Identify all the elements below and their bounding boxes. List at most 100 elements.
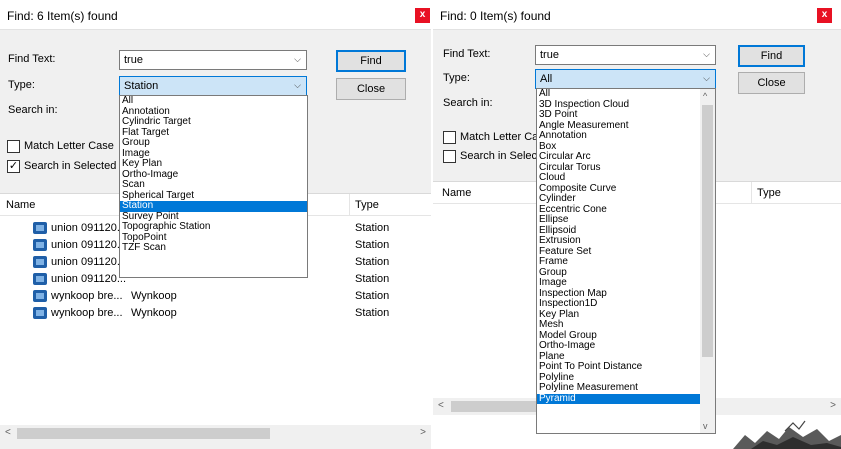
dropdown-option[interactable]: Topographic Station: [120, 221, 307, 233]
search-in-label: Search in:: [443, 97, 493, 109]
scroll-left-icon[interactable]: <: [438, 400, 444, 411]
row-name: wynkoop bre...: [51, 307, 123, 319]
dropdown-option[interactable]: Scan: [120, 179, 307, 191]
row-type: Station: [355, 290, 390, 302]
type-dropdown-list[interactable]: All 3D Inspection Cloud 3D Point Angle Meas…: [536, 88, 716, 434]
dropdown-option[interactable]: Inspection1D: [537, 298, 700, 310]
row-type: Station: [355, 307, 390, 319]
chevron-down-icon[interactable]: ⌵: [294, 54, 301, 65]
search-in-label: Search in:: [8, 104, 58, 116]
dropdown-option[interactable]: Cylinder: [537, 193, 700, 205]
dropdown-option[interactable]: Extrusion: [537, 235, 700, 247]
scroll-left-icon[interactable]: <: [5, 427, 11, 438]
find-dialog-left: Find: 6 Item(s) found x Find Text: true …: [0, 0, 431, 449]
title-bar[interactable]: Find: 0 Item(s) found x: [433, 0, 841, 30]
dropdown-option[interactable]: Pyramid: [537, 393, 700, 404]
row-name: wynkoop bre...: [51, 290, 123, 302]
dropdown-option[interactable]: Point To Point Distance: [537, 361, 700, 373]
horizontal-scrollbar[interactable]: < >: [0, 425, 431, 442]
dropdown-option[interactable]: TZF Scan: [120, 242, 307, 254]
scrollbar-thumb[interactable]: [702, 105, 713, 357]
find-text-combo[interactable]: true ⌵: [119, 50, 307, 70]
dialog-title: Find: 0 Item(s) found: [440, 9, 551, 23]
row-name: union 091120...: [51, 273, 127, 285]
column-type[interactable]: Type: [355, 199, 379, 211]
type-combo[interactable]: Station ⌵: [119, 76, 307, 96]
dropdown-option[interactable]: Ellipse: [537, 214, 700, 226]
dropdown-option[interactable]: Ortho-Image: [120, 169, 307, 181]
find-text-label: Find Text:: [8, 53, 56, 65]
type-value: All: [540, 73, 553, 85]
row-type: Station: [355, 256, 390, 268]
column-name[interactable]: Name: [6, 199, 35, 211]
find-button[interactable]: Find: [738, 45, 805, 67]
table-row[interactable]: wynkoop bre... Wynkoop Station: [0, 288, 431, 305]
search-selected-checkbox[interactable]: [443, 150, 456, 163]
scan-station-icon: [33, 239, 47, 251]
type-combo[interactable]: All ⌵: [535, 69, 716, 89]
row-type: Station: [355, 222, 390, 234]
chevron-down-icon[interactable]: ⌵: [294, 80, 301, 91]
dropdown-option[interactable]: Image: [537, 277, 700, 289]
find-text-value: true: [540, 49, 559, 61]
match-case-checkbox[interactable]: [443, 131, 456, 144]
scan-station-icon: [33, 290, 47, 302]
table-row[interactable]: wynkoop bre... Wynkoop Station: [0, 305, 431, 322]
column-divider[interactable]: [349, 194, 350, 216]
column-type[interactable]: Type: [757, 187, 781, 199]
row-name: union 091120...: [51, 256, 127, 268]
chevron-down-icon[interactable]: ⌵: [703, 49, 710, 60]
dropdown-option[interactable]: Key Plan: [120, 158, 307, 170]
dropdown-option[interactable]: Frame: [537, 256, 700, 268]
scan-station-icon: [33, 256, 47, 268]
dropdown-option[interactable]: Mesh: [537, 319, 700, 331]
row-folder: Wynkoop: [131, 307, 177, 319]
scrollbar-thumb[interactable]: [451, 401, 539, 412]
title-bar[interactable]: Find: 6 Item(s) found x: [0, 0, 431, 30]
scroll-right-icon[interactable]: >: [420, 427, 426, 438]
close-window-button[interactable]: x: [817, 8, 832, 23]
scan-station-icon: [33, 222, 47, 234]
row-type: Station: [355, 239, 390, 251]
dropdown-option[interactable]: Group: [120, 137, 307, 149]
search-selected-checkbox[interactable]: ✓: [7, 160, 20, 173]
find-text-combo[interactable]: true ⌵: [535, 45, 716, 65]
vertical-scrollbar[interactable]: ^ v: [700, 89, 715, 433]
type-value: Station: [124, 80, 159, 92]
find-button[interactable]: Find: [336, 50, 406, 72]
dropdown-option[interactable]: Cylindric Target: [120, 116, 307, 128]
dropdown-option[interactable]: Annotation: [537, 130, 700, 142]
close-window-button[interactable]: x: [415, 8, 430, 23]
scrollbar-thumb[interactable]: [17, 428, 270, 439]
scroll-right-icon[interactable]: >: [830, 400, 836, 411]
find-text-label: Find Text:: [443, 48, 491, 60]
column-divider[interactable]: [751, 182, 752, 204]
type-label: Type:: [443, 72, 470, 84]
type-label: Type:: [8, 79, 35, 91]
find-text-value: true: [124, 54, 143, 66]
scroll-down-icon[interactable]: v: [703, 421, 708, 431]
type-dropdown-list[interactable]: All Annotation Cylindric Target Flat Target…: [119, 95, 308, 278]
chevron-down-icon[interactable]: ⌵: [703, 73, 710, 84]
scan-station-icon: [33, 273, 47, 285]
dropdown-option[interactable]: Station: [120, 200, 307, 212]
row-name: union 091120...: [51, 239, 127, 251]
row-type: Station: [355, 273, 390, 285]
dropdown-option[interactable]: All: [120, 96, 307, 107]
dropdown-option[interactable]: Circular Arc: [537, 151, 700, 163]
match-case-label: Match Letter Case: [24, 140, 114, 152]
dropdown-option[interactable]: Ortho-Image: [537, 340, 700, 352]
scroll-up-icon[interactable]: ^: [703, 91, 707, 101]
close-button[interactable]: Close: [336, 78, 406, 100]
close-button[interactable]: Close: [738, 72, 805, 94]
find-dialog-right: Find: 0 Item(s) found x Find Text: true …: [433, 0, 841, 449]
column-name[interactable]: Name: [442, 187, 471, 199]
dropdown-option[interactable]: Polyline Measurement: [537, 382, 700, 394]
dropdown-option[interactable]: 3D Point: [537, 109, 700, 121]
dialog-title: Find: 6 Item(s) found: [7, 9, 118, 23]
match-case-checkbox[interactable]: [7, 140, 20, 153]
dropdown-option[interactable]: All: [537, 89, 700, 100]
row-folder: Wynkoop: [131, 290, 177, 302]
row-name: union 091120...: [51, 222, 127, 234]
dropdown-option[interactable]: Cloud: [537, 172, 700, 184]
